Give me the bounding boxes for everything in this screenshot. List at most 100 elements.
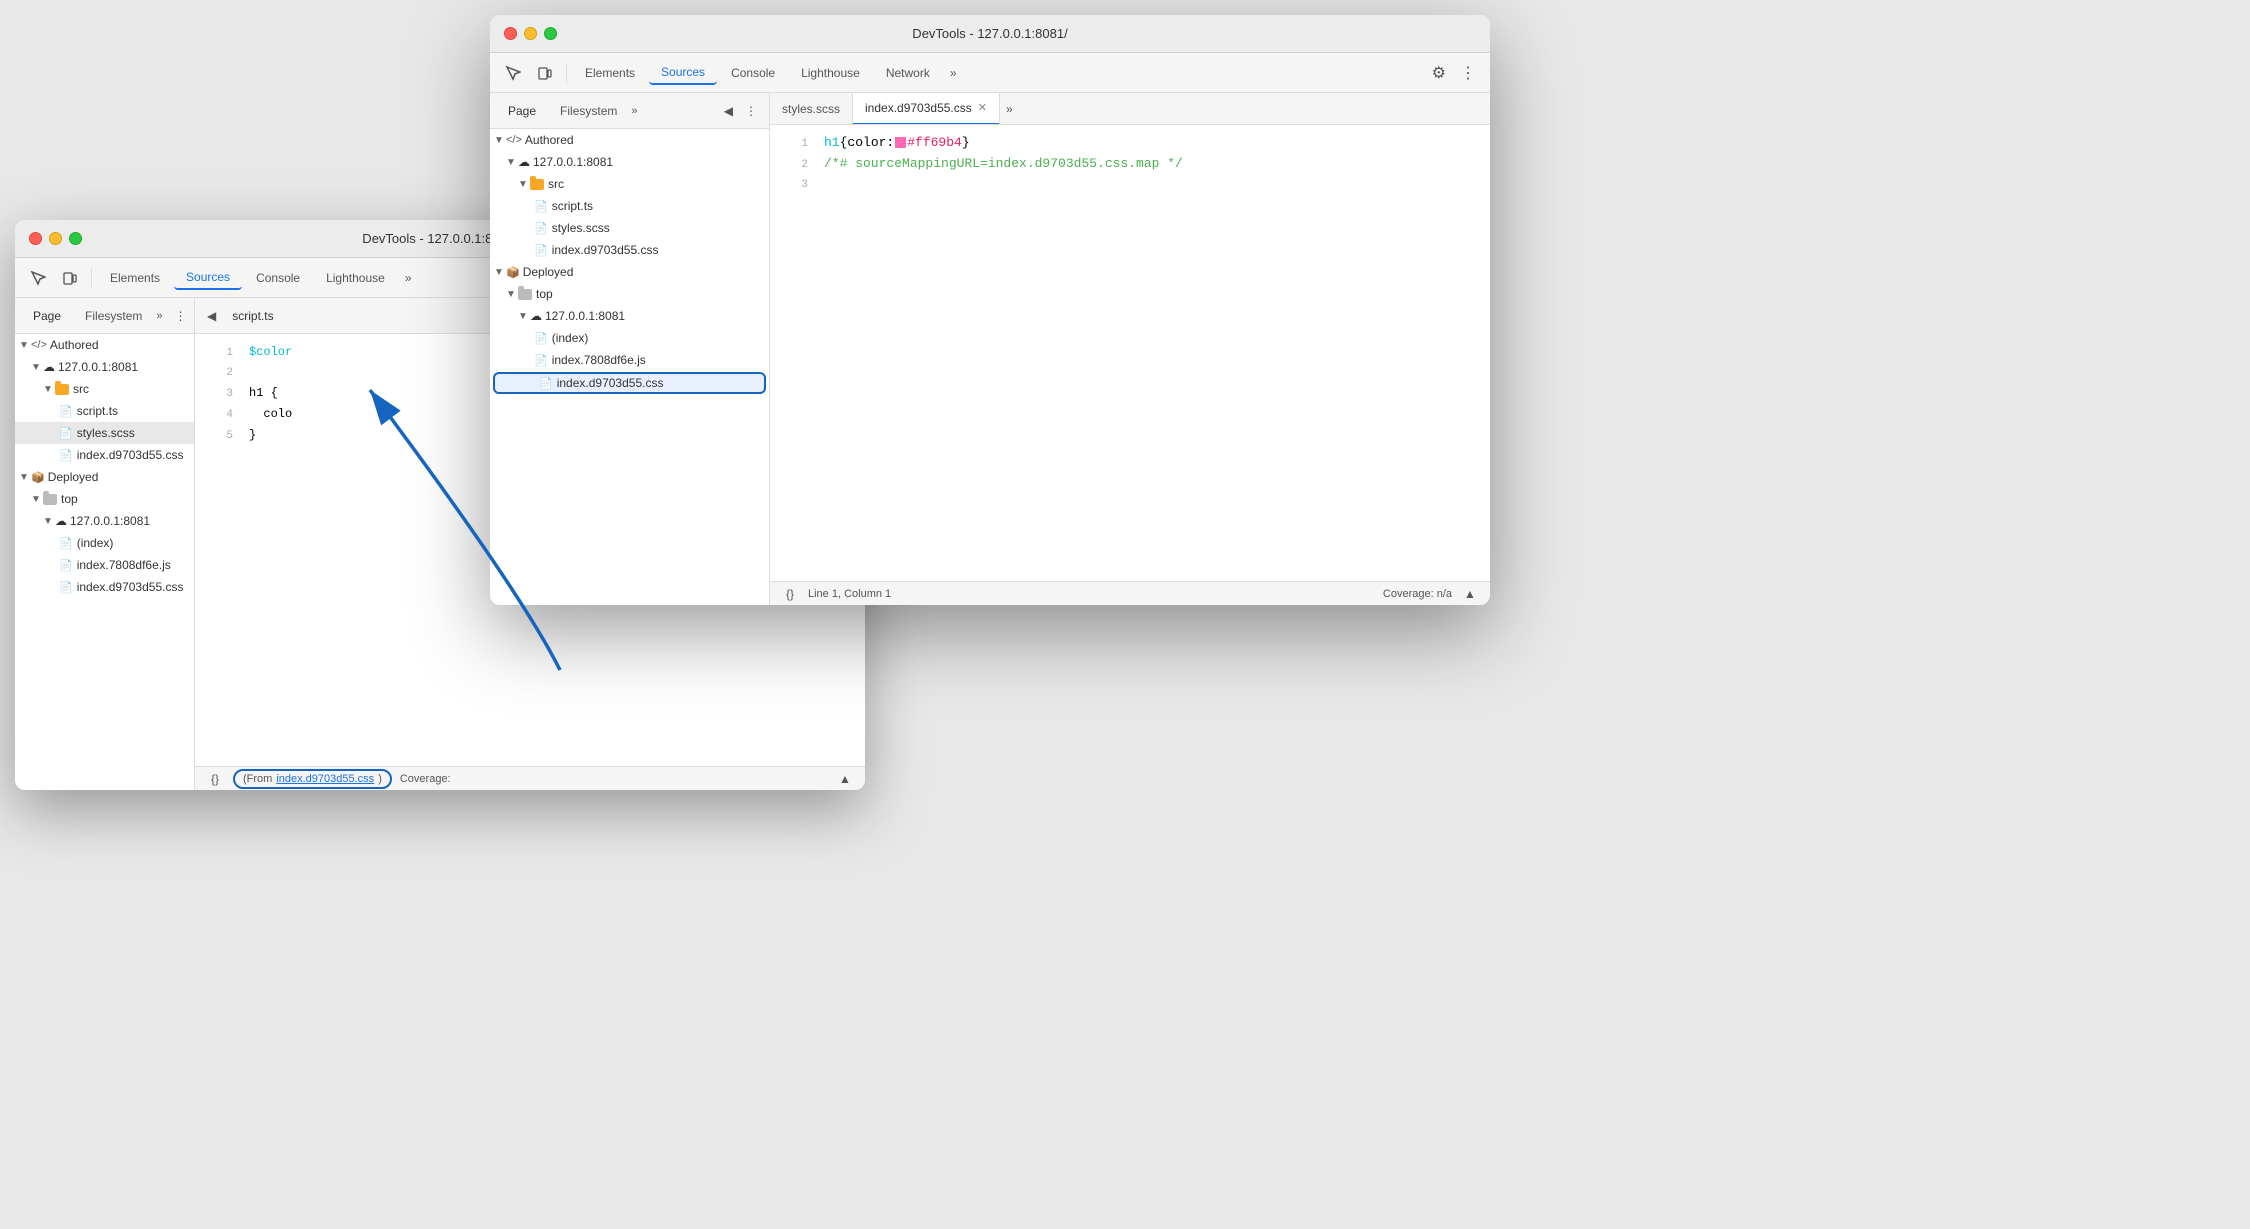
front-coverage-label: Coverage: n/a xyxy=(1383,588,1452,600)
maximize-button[interactable] xyxy=(69,232,82,245)
front-tab-sources[interactable]: Sources xyxy=(649,61,717,85)
back-from-box: (From index.d9703d55.css ) xyxy=(233,769,392,789)
back-file-tree-panel: Page Filesystem » ⋮ ▼ </> Authored ▼ ☁ 1… xyxy=(15,298,195,790)
front-code-close-brace: } xyxy=(962,135,970,150)
back-scroll-icon[interactable]: ▲ xyxy=(835,769,855,789)
front-toolbar-more[interactable]: » xyxy=(944,62,963,84)
front-more-vert-icon[interactable]: ⋮ xyxy=(1454,59,1482,87)
front-editor-tab-scss[interactable]: styles.scss xyxy=(770,93,853,125)
back-code-text-3: h1 { xyxy=(249,384,278,402)
back-tab-filesystem[interactable]: Filesystem xyxy=(75,306,152,326)
front-inspect-element-icon[interactable] xyxy=(498,58,528,88)
back-line-num-5: 5 xyxy=(203,427,233,445)
back-status-bar: {} (From index.d9703d55.css ) Coverage: … xyxy=(195,766,865,790)
back-tab-elements[interactable]: Elements xyxy=(98,267,172,289)
back-index-js[interactable]: 📄 index.7808df6e.js xyxy=(15,554,194,576)
front-file-tree-panel: Page Filesystem » ◀ ⋮ ▼ </> Authored ▼ ☁… xyxy=(490,93,770,605)
front-minimize-button[interactable] xyxy=(524,27,537,40)
back-index-file[interactable]: 📄 (index) xyxy=(15,532,194,554)
front-tab-page[interactable]: Page xyxy=(498,101,546,121)
back-tab-page[interactable]: Page xyxy=(23,306,71,326)
front-tab-css-close[interactable]: ✕ xyxy=(978,101,987,114)
front-tab-network[interactable]: Network xyxy=(874,62,942,84)
minimize-button[interactable] xyxy=(49,232,62,245)
front-deployed-item[interactable]: ▼ 📦 Deployed xyxy=(490,261,769,283)
front-menu-icon[interactable]: ⋮ xyxy=(741,102,761,120)
front-deploy-css-label: index.d9703d55.css xyxy=(557,376,664,390)
back-server-label: 127.0.0.1:8081 xyxy=(58,360,138,374)
toolbar-divider xyxy=(91,268,92,288)
front-authored-label: Authored xyxy=(525,133,574,147)
back-deploy-css[interactable]: 📄 index.d9703d55.css xyxy=(15,576,194,598)
back-src-label: src xyxy=(73,382,89,396)
front-styles-scss[interactable]: 📄 styles.scss xyxy=(490,217,769,239)
back-code-text-5: } xyxy=(249,426,256,444)
back-tab-sources[interactable]: Sources xyxy=(174,266,242,290)
front-index-file[interactable]: 📄 (index) xyxy=(490,327,769,349)
back-tab-console[interactable]: Console xyxy=(244,267,312,289)
back-subtab-menu[interactable]: ⋮ xyxy=(171,307,191,325)
back-index-css-label: index.d9703d55.css xyxy=(77,448,184,462)
inspect-element-icon[interactable] xyxy=(23,263,53,293)
back-subtab-more[interactable]: » xyxy=(156,310,162,322)
device-toolbar-icon[interactable] xyxy=(55,263,85,293)
front-tab-filesystem[interactable]: Filesystem xyxy=(550,101,627,121)
back-line-num-3: 3 xyxy=(203,385,233,403)
front-authored-index-css[interactable]: 📄 index.d9703d55.css xyxy=(490,239,769,261)
back-from-label: (From xyxy=(243,773,272,785)
back-script-ts[interactable]: 📄 script.ts xyxy=(15,400,194,422)
front-tab-console[interactable]: Console xyxy=(719,62,787,84)
back-from-link[interactable]: index.d9703d55.css xyxy=(276,773,374,785)
front-authored-item[interactable]: ▼ </> Authored xyxy=(490,129,769,151)
front-authored-index-css-label: index.d9703d55.css xyxy=(552,243,659,257)
front-tab-lighthouse[interactable]: Lighthouse xyxy=(789,62,872,84)
close-button[interactable] xyxy=(29,232,42,245)
front-tab-elements[interactable]: Elements xyxy=(573,62,647,84)
traffic-lights xyxy=(29,232,82,245)
back-top-item[interactable]: ▼ top xyxy=(15,488,194,510)
back-code-text-4: colo xyxy=(249,405,292,423)
front-index-js[interactable]: 📄 index.7808df6e.js xyxy=(490,349,769,371)
back-index-css[interactable]: 📄 index.d9703d55.css xyxy=(15,444,194,466)
front-scroll-icon[interactable]: ▲ xyxy=(1460,584,1480,604)
front-close-button[interactable] xyxy=(504,27,517,40)
front-editor-tab-css[interactable]: index.d9703d55.css ✕ xyxy=(853,93,1000,125)
front-traffic-lights xyxy=(504,27,557,40)
back-editor-back-icon[interactable]: ◀ xyxy=(203,307,220,325)
front-code-color-val: #ff69b4 xyxy=(907,135,962,150)
front-deployed-label: Deployed xyxy=(523,265,574,279)
front-device-toolbar-icon[interactable] xyxy=(530,58,560,88)
back-deployed-item[interactable]: ▼ 📦 Deployed xyxy=(15,466,194,488)
front-format-icon[interactable]: {} xyxy=(780,584,800,604)
front-top-item[interactable]: ▼ top xyxy=(490,283,769,305)
front-subtoolbar: Page Filesystem » ◀ ⋮ xyxy=(490,93,769,129)
back-line-num-1: 1 xyxy=(203,344,233,362)
front-back-icon[interactable]: ◀ xyxy=(720,102,737,120)
back-open-filename: script.ts xyxy=(224,307,281,325)
front-index-js-label: index.7808df6e.js xyxy=(552,353,646,367)
front-styles-scss-label: styles.scss xyxy=(552,221,610,235)
back-toolbar-more[interactable]: » xyxy=(399,267,418,289)
back-subtoolbar: Page Filesystem » ⋮ xyxy=(15,298,194,334)
back-index-label: (index) xyxy=(77,536,114,550)
front-code-brace: {color: xyxy=(840,135,895,150)
back-tab-lighthouse[interactable]: Lighthouse xyxy=(314,267,397,289)
back-authored-item[interactable]: ▼ </> Authored xyxy=(15,334,194,356)
front-top-server[interactable]: ▼ ☁ 127.0.0.1:8081 xyxy=(490,305,769,327)
back-server-item[interactable]: ▼ ☁ 127.0.0.1:8081 xyxy=(15,356,194,378)
front-line-num-2: 2 xyxy=(778,156,808,174)
front-server-item[interactable]: ▼ ☁ 127.0.0.1:8081 xyxy=(490,151,769,173)
front-subtab-more[interactable]: » xyxy=(631,105,637,117)
back-src-folder[interactable]: ▼ src xyxy=(15,378,194,400)
back-top-server[interactable]: ▼ ☁ 127.0.0.1:8081 xyxy=(15,510,194,532)
back-styles-scss[interactable]: 📄 styles.scss xyxy=(15,422,194,444)
back-format-icon[interactable]: {} xyxy=(205,769,225,789)
front-deploy-css-highlighted[interactable]: 📄 index.d9703d55.css xyxy=(493,372,766,394)
front-editor-tabs-more[interactable]: » xyxy=(1000,102,1019,116)
front-titlebar: DevTools - 127.0.0.1:8081/ xyxy=(490,15,1490,53)
front-settings-icon[interactable]: ⚙ xyxy=(1426,59,1452,87)
front-script-ts[interactable]: 📄 script.ts xyxy=(490,195,769,217)
front-src-folder[interactable]: ▼ src xyxy=(490,173,769,195)
front-devtools-window: DevTools - 127.0.0.1:8081/ Elements Sour… xyxy=(490,15,1490,605)
front-maximize-button[interactable] xyxy=(544,27,557,40)
